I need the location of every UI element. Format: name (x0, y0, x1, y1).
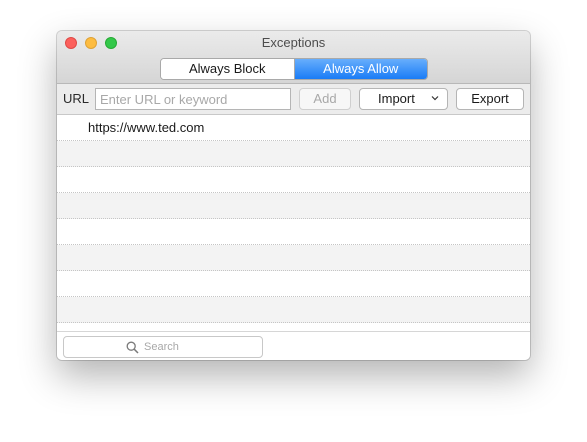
url-toolbar: URL Add Import Export (57, 84, 530, 115)
footer-bar (57, 331, 530, 360)
list-item[interactable] (57, 297, 530, 323)
list-item[interactable] (57, 245, 530, 271)
add-button[interactable]: Add (299, 88, 351, 110)
import-button-label: Import (378, 91, 415, 106)
search-field[interactable] (63, 336, 263, 358)
list-item[interactable] (57, 167, 530, 193)
exceptions-list[interactable]: https://www.ted.com (57, 115, 530, 331)
exceptions-window: Exceptions Always Block Always Allow URL… (57, 31, 530, 360)
search-input[interactable] (144, 338, 254, 356)
list-item[interactable] (57, 219, 530, 245)
list-item[interactable]: https://www.ted.com (57, 115, 530, 141)
chevron-down-icon (431, 96, 439, 101)
url-label: URL (63, 91, 90, 106)
search-icon (126, 341, 139, 354)
window-title: Exceptions (261, 35, 326, 50)
always-allow-segment[interactable]: Always Allow (294, 59, 427, 79)
export-button[interactable]: Export (456, 88, 524, 110)
title-bar: Exceptions Always Block Always Allow (57, 31, 530, 84)
list-item[interactable] (57, 193, 530, 219)
list-item[interactable] (57, 271, 530, 297)
url-input[interactable] (95, 88, 291, 110)
mode-segmented-control: Always Block Always Allow (160, 58, 428, 80)
always-block-segment[interactable]: Always Block (161, 59, 295, 79)
import-button[interactable]: Import (359, 88, 448, 110)
list-item[interactable] (57, 141, 530, 167)
